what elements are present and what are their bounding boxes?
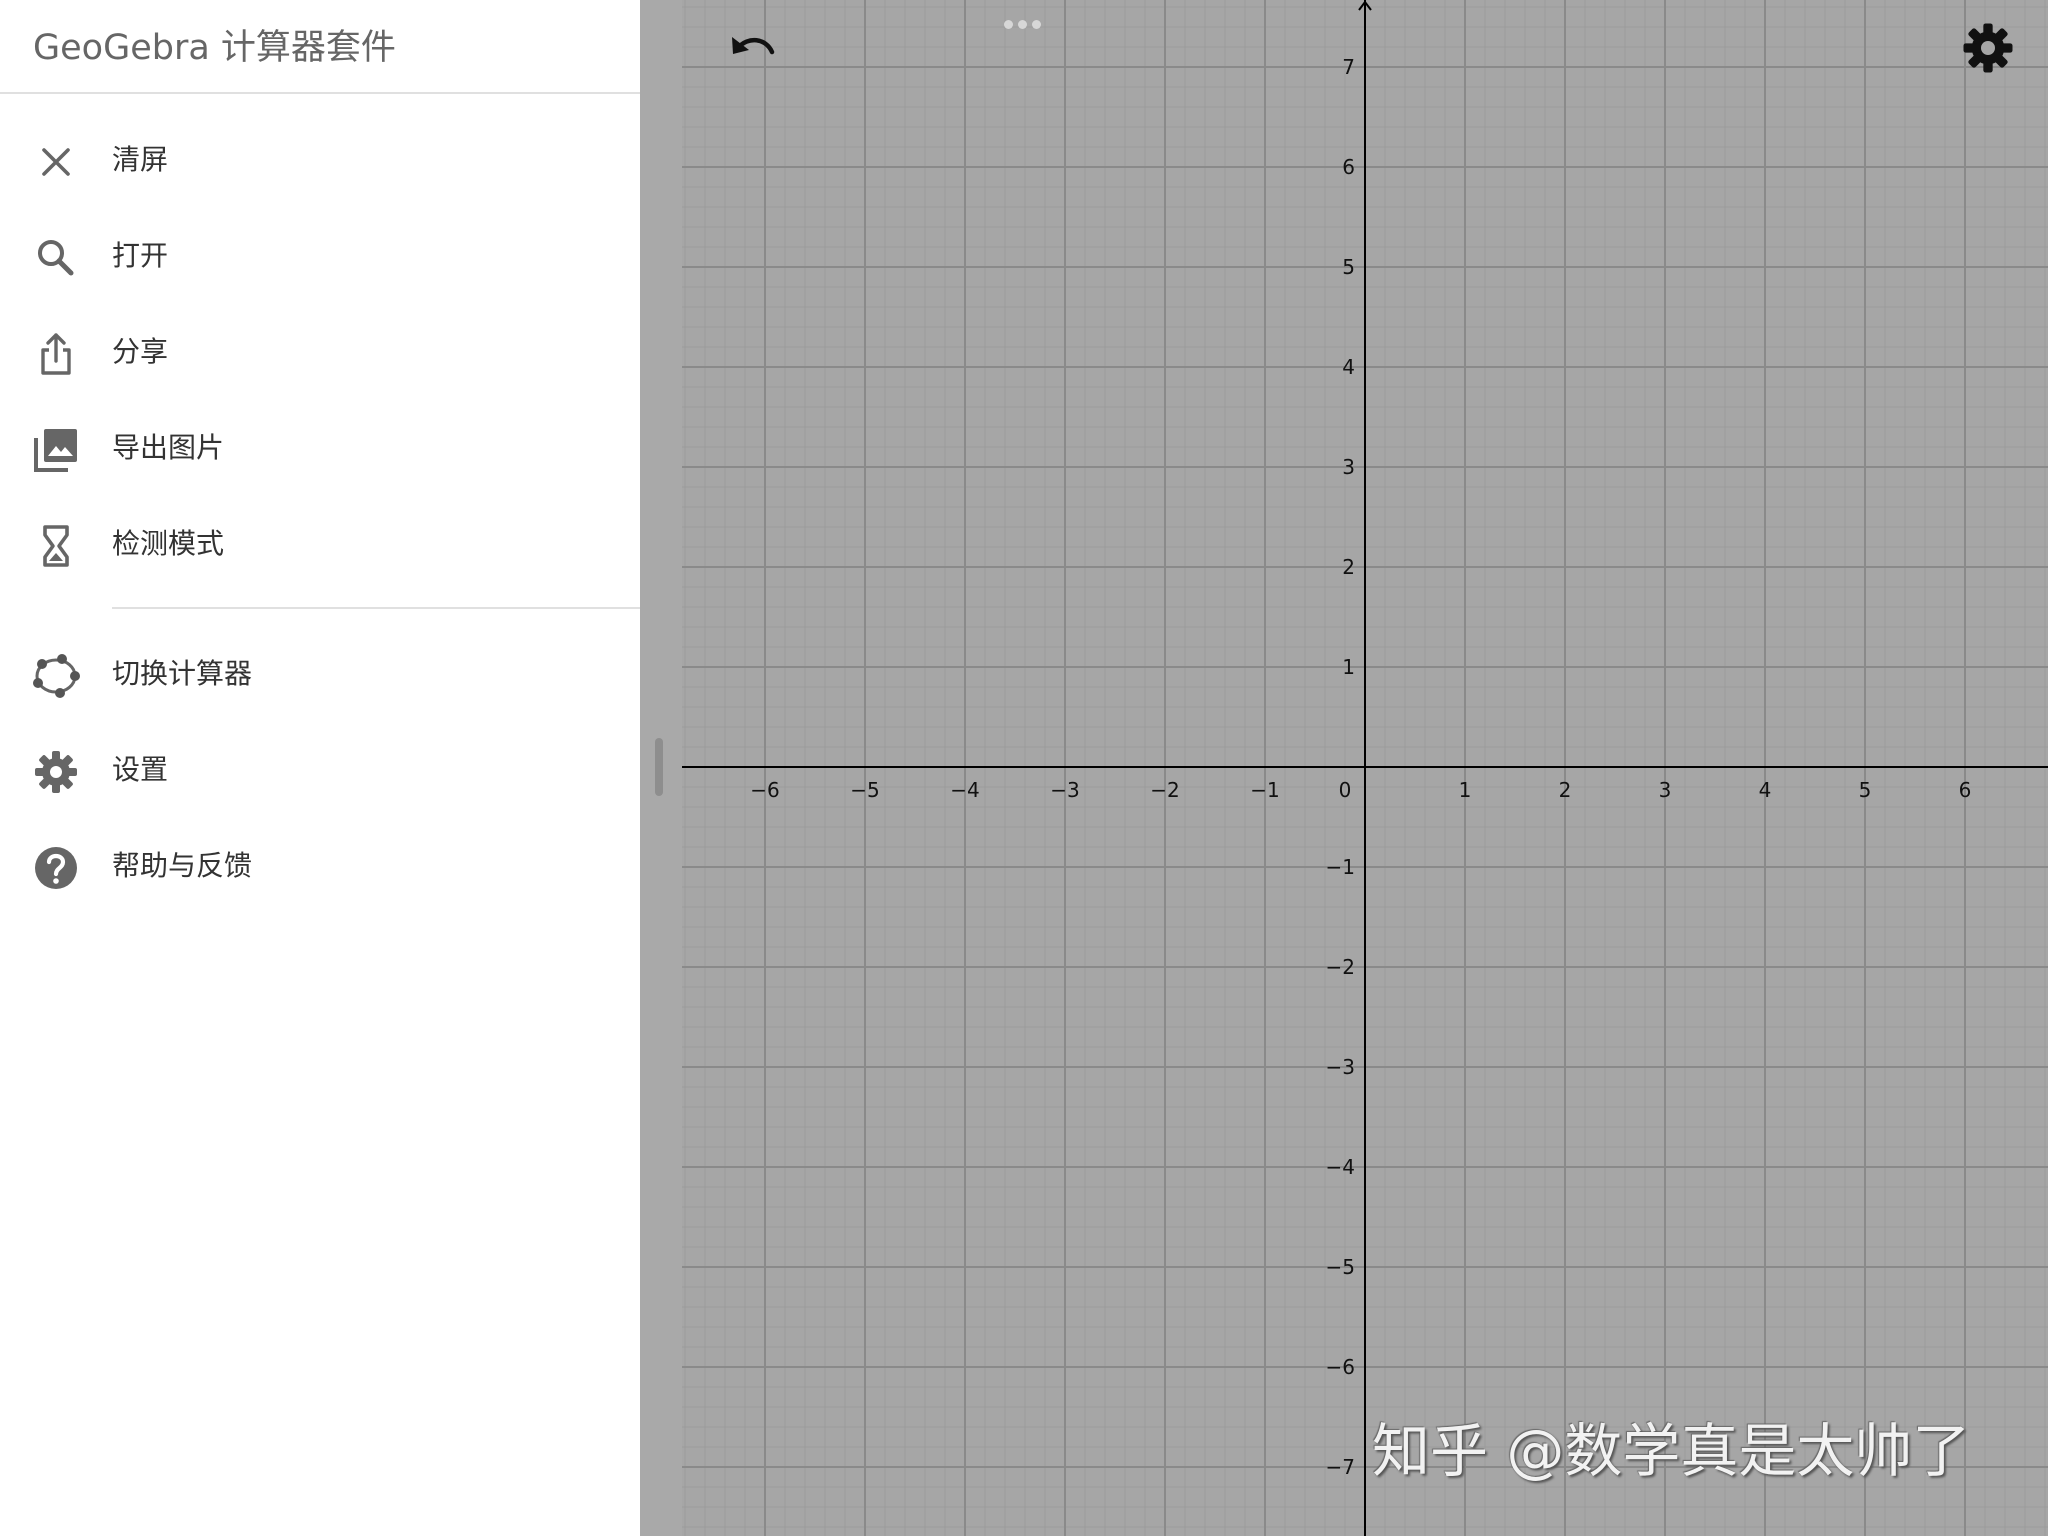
y-tick-label: −6 <box>1326 1355 1355 1379</box>
x-tick-label: −1 <box>1250 778 1279 802</box>
x-tick-label: 5 <box>1859 778 1872 802</box>
menu-item-label: 清屏 <box>112 143 169 176</box>
menu-item-label: 设置 <box>112 753 169 786</box>
geogebra-logo-icon <box>32 652 80 700</box>
x-tick-label: 2 <box>1559 778 1572 802</box>
undo-button[interactable] <box>722 20 784 82</box>
x-tick-label: 0 <box>1339 778 1352 802</box>
x-tick-label: −3 <box>1050 778 1079 802</box>
x-tick-label: 4 <box>1759 778 1772 802</box>
close-icon <box>32 138 80 186</box>
y-tick-label: 4 <box>1342 355 1355 379</box>
hourglass-icon <box>32 522 80 570</box>
x-tick-label: 1 <box>1459 778 1472 802</box>
y-tick-label: 5 <box>1342 255 1355 279</box>
coordinate-grid: −6 −5 −4 −3 −2 −1 0 1 2 3 4 5 6 7 6 5 4 3 2 1 −1 −2 −3 −4 −5 −6 −7 <box>682 0 2048 1536</box>
x-tick-label: −4 <box>950 778 979 802</box>
y-tick-label: −4 <box>1326 1155 1355 1179</box>
graphics-settings-button[interactable] <box>1960 20 2016 76</box>
menu-item-share[interactable]: 分享 <box>0 304 640 400</box>
x-tick-label: −6 <box>750 778 779 802</box>
menu-item-help-feedback[interactable]: 帮助与反馈 <box>0 818 640 914</box>
menu-item-settings[interactable]: 设置 <box>0 722 640 818</box>
x-tick-label: 3 <box>1659 778 1672 802</box>
gear-icon <box>32 748 80 796</box>
y-tick-label: −7 <box>1326 1455 1355 1479</box>
y-tick-label: 7 <box>1342 55 1355 79</box>
menu-item-label: 导出图片 <box>112 431 225 464</box>
y-tick-label: 1 <box>1342 655 1355 679</box>
menu-divider <box>112 607 640 609</box>
menu-item-clear[interactable]: 清屏 <box>0 112 640 208</box>
y-tick-label: 3 <box>1342 455 1355 479</box>
menu-item-label: 帮助与反馈 <box>112 849 253 882</box>
x-tick-label: −5 <box>850 778 879 802</box>
menu-item-label: 分享 <box>112 335 169 368</box>
menu-item-open[interactable]: 打开 <box>0 208 640 304</box>
y-tick-label: −1 <box>1326 855 1355 879</box>
menu-item-label: 切换计算器 <box>112 657 253 690</box>
y-tick-label: 2 <box>1342 555 1355 579</box>
image-export-icon <box>32 426 80 474</box>
y-tick-label: 6 <box>1342 155 1355 179</box>
y-tick-label: −2 <box>1326 955 1355 979</box>
x-tick-label: 6 <box>1959 778 1972 802</box>
y-tick-label: −3 <box>1326 1055 1355 1079</box>
share-icon <box>32 330 80 378</box>
menu-item-export-image[interactable]: 导出图片 <box>0 400 640 496</box>
x-tick-label: −2 <box>1150 778 1179 802</box>
watermark: 知乎 @数学真是太帅了 <box>1372 1417 1971 1485</box>
splitter-drag-handle[interactable] <box>655 738 663 796</box>
search-icon <box>32 234 80 282</box>
app-title: GeoGebra 计算器套件 <box>33 28 396 68</box>
more-options-dots-icon[interactable] <box>1000 18 1046 30</box>
menu-item-label: 检测模式 <box>112 527 225 560</box>
main-menu-drawer: GeoGebra 计算器套件 清屏 打开 分享 导出图片 检测模式 切换计算器 … <box>0 0 640 1536</box>
graphics-view[interactable]: −6 −5 −4 −3 −2 −1 0 1 2 3 4 5 6 7 6 5 4 3 2 1 −1 −2 −3 −4 −5 −6 −7 <box>682 0 2048 1536</box>
y-tick-label: −5 <box>1326 1255 1355 1279</box>
menu-item-exam-mode[interactable]: 检测模式 <box>0 496 640 592</box>
undo-icon <box>722 37 784 86</box>
menu-item-label: 打开 <box>112 239 169 272</box>
gear-icon <box>1960 23 2016 80</box>
help-icon <box>32 844 80 892</box>
app-window: GeoGebra 计算器套件 清屏 打开 分享 导出图片 检测模式 切换计算器 … <box>0 0 2048 1536</box>
menu-item-switch-calculator[interactable]: 切换计算器 <box>0 626 640 722</box>
panel-splitter[interactable] <box>640 0 682 1536</box>
drawer-header: GeoGebra 计算器套件 <box>0 0 640 94</box>
